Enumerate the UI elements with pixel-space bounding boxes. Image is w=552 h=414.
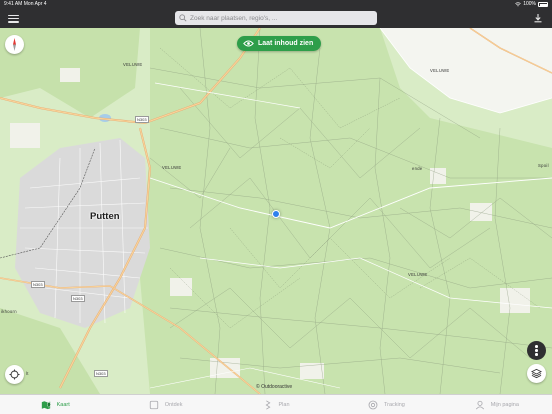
show-content-button[interactable]: Laat inhoud zien <box>237 36 322 51</box>
menu-icon <box>8 15 19 17</box>
terrain-label: VELUWE <box>408 272 428 277</box>
profile-icon <box>475 400 484 409</box>
place-label-ende: ende <box>412 166 423 171</box>
locate-me-button[interactable] <box>5 365 24 384</box>
tab-label: Ontdek <box>164 401 183 408</box>
more-icon <box>535 345 538 348</box>
terrain-label: VELUWE <box>123 62 143 67</box>
more-options-button[interactable] <box>527 341 546 360</box>
search-icon <box>179 14 187 22</box>
current-location-marker <box>272 210 280 218</box>
top-bar <box>0 9 552 28</box>
terrain-label: VELUWE <box>162 165 182 170</box>
map-attribution: © Outdooractive <box>256 384 293 390</box>
battery-percent: 100% <box>523 1 536 7</box>
status-bar: 9:41 AM Mon Apr 4 100% <box>0 0 552 9</box>
tab-tracking[interactable]: Tracking <box>331 395 441 414</box>
download-icon[interactable] <box>533 13 543 23</box>
tab-bar: Kaart Ontdek Plan Tracking Mijn pagina <box>0 394 552 414</box>
wifi-icon <box>515 2 522 7</box>
status-indicators: 100% <box>515 0 548 9</box>
search-input[interactable] <box>190 14 370 22</box>
layers-icon <box>531 368 542 379</box>
tab-label: Kaart <box>56 401 70 408</box>
place-label-putten: Putten <box>90 211 120 222</box>
place-label-ikhoorn: ikhoorn <box>1 309 17 314</box>
layers-button[interactable] <box>527 364 546 383</box>
tab-label: Plan <box>278 401 290 408</box>
battery-icon <box>538 2 548 7</box>
tab-label: Tracking <box>383 401 405 408</box>
menu-button[interactable] <box>8 13 19 24</box>
tab-label: Mijn pagina <box>490 401 519 408</box>
tab-ontdek[interactable]: Ontdek <box>110 395 220 414</box>
road-label-n303: N303 <box>71 295 85 302</box>
app-screen: 9:41 AM Mon Apr 4 100% Zoek naar plaatse… <box>0 0 552 414</box>
tab-plan[interactable]: Plan <box>221 395 331 414</box>
plan-icon <box>265 399 270 410</box>
road-label-n303: N303 <box>94 370 108 377</box>
search-bar[interactable] <box>175 11 377 25</box>
compass-icon <box>13 38 16 51</box>
compass-button[interactable] <box>5 35 24 54</box>
crosshair-icon <box>9 369 20 380</box>
map-icon <box>41 400 51 409</box>
place-label-spoil: Spoil <box>538 163 549 168</box>
place-label-lt: lt <box>26 371 29 376</box>
discover-icon <box>149 400 158 409</box>
tab-kaart[interactable]: Kaart <box>0 395 110 414</box>
road-label-n303: N303 <box>135 116 149 123</box>
show-content-label: Laat inhoud zien <box>258 40 314 47</box>
terrain-label: VELUWE <box>430 68 450 73</box>
eye-icon <box>243 40 254 47</box>
road-label-n303: N303 <box>31 281 45 288</box>
map-view[interactable]: Putten Spoil ende ikhoorn lt VELUWE VELU… <box>0 28 552 394</box>
tab-mijn-pagina[interactable]: Mijn pagina <box>442 395 552 414</box>
tracking-icon <box>368 400 378 409</box>
status-time: 9:41 AM Mon Apr 4 <box>4 1 47 7</box>
